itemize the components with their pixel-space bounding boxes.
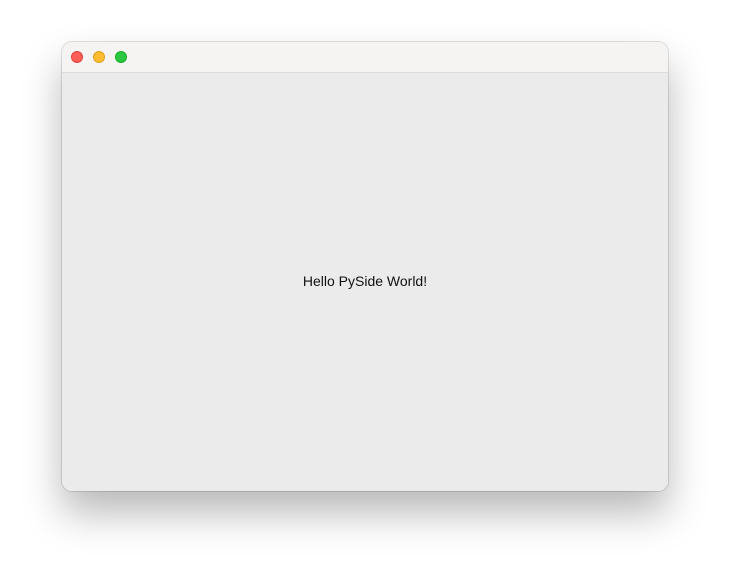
desktop: Hello PySide World! <box>0 0 730 573</box>
title-bar[interactable] <box>62 42 668 73</box>
close-window-button[interactable] <box>71 51 83 63</box>
zoom-window-button[interactable] <box>115 51 127 63</box>
hello-label: Hello PySide World! <box>302 273 428 289</box>
minimize-window-button[interactable] <box>93 51 105 63</box>
app-window: Hello PySide World! <box>62 42 668 491</box>
window-content: Hello PySide World! <box>62 73 668 491</box>
